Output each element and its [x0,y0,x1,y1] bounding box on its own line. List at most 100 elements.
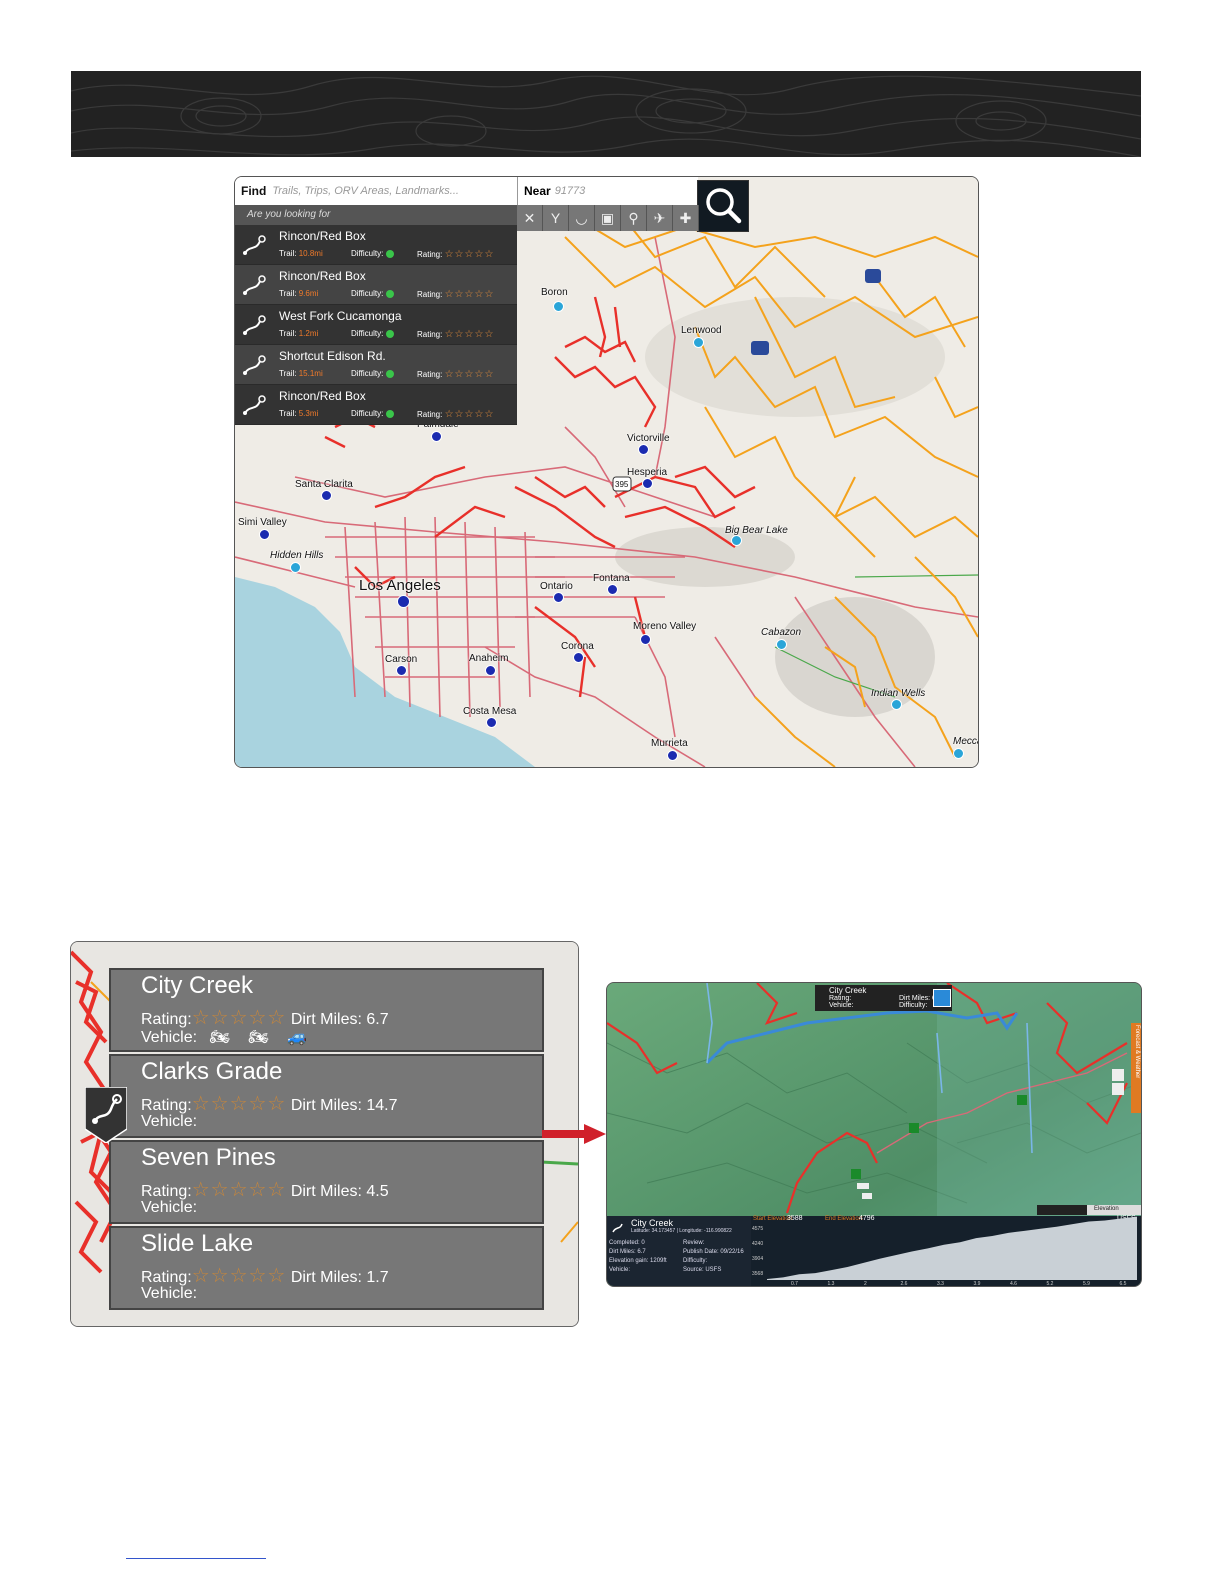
x-tick-label: 5.2 [1047,1281,1054,1286]
trail-pin-icon [85,1087,127,1143]
x-tick-label: 1.3 [828,1281,835,1286]
label-murrieta: Murrieta [651,738,688,749]
x-tick-label: 2.6 [901,1281,908,1286]
x-tick-label: 3.9 [974,1281,981,1286]
suggestion-item[interactable]: Rincon/Red Box Trail: 5.3mi Difficulty: Ra… [235,385,517,425]
label-hwy-395: 395 [615,480,629,489]
trail-card[interactable]: Clarks Grade Rating:☆☆☆☆☆ Dirt Miles: 14.… [109,1054,544,1138]
detail-title: City Creek [631,1218,674,1228]
trail-card[interactable]: Seven Pines Rating:☆☆☆☆☆ Dirt Miles: 4.5 V… [109,1140,544,1224]
pin-hesperia[interactable] [642,478,653,489]
pin-cabazon[interactable] [776,639,787,650]
wrench-icon[interactable]: ⚲ [621,205,647,231]
plus-icon[interactable]: ✚ [673,205,699,231]
utensils-icon[interactable]: ✕ [517,205,543,231]
rating-stars-icon: ☆☆☆☆☆ [444,329,495,340]
pin-los-angeles[interactable] [397,595,410,608]
x-tick-label: 3.3 [937,1281,944,1286]
pin-carson[interactable] [396,665,407,676]
label-indian-wells: Indian Wells [871,688,926,699]
trail-detail-map[interactable]: City Creek Rating: Vehicle: Dirt Miles: … [606,982,1142,1287]
difficulty-easy-icon [385,329,394,338]
find-bar[interactable]: Find Trails, Trips, ORV Areas, Landmarks… [235,177,517,206]
trail-map[interactable]: Boron Lenwood Palmdale Victorville Hespe… [234,176,979,768]
footer-link[interactable] [126,1558,266,1559]
pin-lenwood[interactable] [693,337,704,348]
pin-costa-mesa[interactable] [486,717,497,728]
find-input[interactable]: Trails, Trips, ORV Areas, Landmarks... [272,185,459,197]
suggestion-name: Rincon/Red Box [279,389,366,403]
pin-anaheim[interactable] [485,665,496,676]
trail-detail-strip: City Creek Latitude: 34.173457 | Longitu… [607,1215,1141,1286]
suggestion-meta: Trail: 1.2mi Difficulty: Rating: ☆☆☆☆☆ [279,329,495,340]
label-hidden-hills: Hidden Hills [270,550,324,561]
elevation-chart: Start Elevation: 3588 End Elevation: 479… [751,1215,1141,1286]
pin-santa-clarita[interactable] [321,490,332,501]
elevation-area [767,1216,1137,1280]
fuel-icon[interactable]: ▣ [595,205,621,231]
find-label: Find [241,184,267,198]
trail-card-vehicle: Vehicle: [141,1199,198,1216]
pin-ontario[interactable] [553,592,564,603]
trail-card-title: Clarks Grade [141,1058,283,1085]
label-fontana: Fontana [593,573,630,584]
pin-indian-wells[interactable] [891,699,902,710]
label-simi-valley: Simi Valley [238,517,287,528]
pin-corona[interactable] [573,652,584,663]
trail-card[interactable]: City Creek Rating:☆☆☆☆☆ Dirt Miles: 6.7 Ve… [109,968,544,1052]
motorcycle-icon: 🏍 [248,1029,269,1046]
pin-simi-valley[interactable] [259,529,270,540]
detail-completed: Completed: 0 [609,1240,645,1246]
near-bar[interactable]: Near 91773 [517,177,698,206]
trail-card-title: Seven Pines [141,1144,276,1171]
pin-victorville[interactable] [638,444,649,455]
topo-pattern [71,75,1141,157]
x-tick-label: 2 [864,1281,867,1286]
suggestion-meta: Trail: 9.6mi Difficulty: Rating: ☆☆☆☆☆ [279,289,495,300]
pin-palmdale[interactable] [431,431,442,442]
difficulty-easy-icon [385,249,394,258]
rating-stars-icon: ☆☆☆☆☆ [444,409,495,420]
airplane-icon[interactable]: ✈ [647,205,673,231]
trail-icon [243,235,266,255]
suggestion-name: Rincon/Red Box [279,229,366,243]
trail-card-title: Slide Lake [141,1230,254,1257]
pin-mecca[interactable] [953,748,964,759]
label-moreno-valley: Moreno Valley [633,621,697,632]
detail-latlong: Latitude: 34.173457 | Longitude: -116.99… [631,1228,732,1234]
cocktail-icon[interactable]: Y [543,205,569,231]
pin-boron[interactable] [553,301,564,312]
detail-source: Source: USFS [683,1267,722,1273]
elevation-tab[interactable]: Elevation [1094,1206,1119,1212]
elevation-profile: 4575 4240 3904 3568 0.7 1.3 2 2.6 3.3 3.9 4.6 5.2 5.… [752,1216,1137,1286]
poi-toolbar: ✕ Y ◡ ▣ ⚲ ✈ ✚ [517,205,699,233]
suggestion-item[interactable]: West Fork Cucamonga Trail: 1.2mi Difficult… [235,305,517,345]
popup-title: City Creek [829,986,867,995]
trail-card-vehicle: Vehicle: [141,1285,198,1302]
y-tick-label: 4240 [752,1241,763,1247]
suggestion-name: Rincon/Red Box [279,269,366,283]
pin-hidden-hills[interactable] [290,562,301,573]
label-cabazon: Cabazon [761,627,802,638]
navigate-icon[interactable] [933,989,951,1007]
label-lenwood: Lenwood [681,325,722,336]
basket-icon[interactable]: ◡ [569,205,595,231]
pin-murrieta[interactable] [667,750,678,761]
search-button[interactable] [697,180,749,232]
trail-popup[interactable]: City Creek Rating: Vehicle: Dirt Miles: … [815,985,952,1011]
suggestion-item[interactable]: Shortcut Edison Rd. Trail: 15.1mi Difficul… [235,345,517,385]
pin-fontana[interactable] [607,584,618,595]
trail-card[interactable]: Slide Lake Rating:☆☆☆☆☆ Dirt Miles: 1.7 Ve… [109,1226,544,1310]
forecast-weather-tab[interactable]: Forecast & Weather [1131,1023,1141,1113]
label-corona: Corona [561,641,594,652]
near-input[interactable]: 91773 [555,185,586,197]
pin-moreno-valley[interactable] [640,634,651,645]
header-banner [71,71,1141,157]
suggestion-item[interactable]: Rincon/Red Box Trail: 9.6mi Difficulty: Ra… [235,265,517,305]
pin-big-bear-lake[interactable] [731,535,742,546]
rating-stars-icon: ☆☆☆☆☆ [191,1265,287,1287]
suggestion-item[interactable]: Rincon/Red Box Trail: 10.8mi Difficulty: R… [235,225,517,265]
y-tick-label: 3904 [752,1256,763,1262]
x-tick-label: 6.5 [1120,1281,1127,1286]
atv-icon: 🏍 [209,1029,230,1046]
